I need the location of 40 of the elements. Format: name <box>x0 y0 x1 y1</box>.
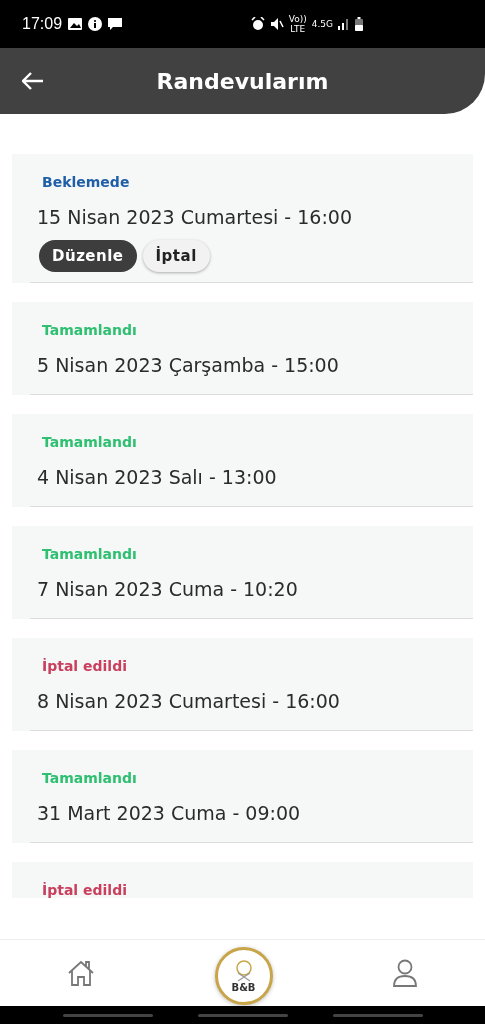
info-icon <box>88 17 103 31</box>
cancel-button[interactable]: İptal <box>142 240 210 272</box>
appointment-card[interactable]: Tamamlandı 5 Nisan 2023 Çarşamba - 15:00 <box>12 302 473 395</box>
battery-icon <box>355 17 363 31</box>
appointment-date: 5 Nisan 2023 Çarşamba - 15:00 <box>36 353 340 378</box>
edit-button[interactable]: Düzenle <box>39 240 137 272</box>
appointment-card[interactable]: Beklemede 15 Nisan 2023 Cumartesi - 16:00 Düzenle İptal <box>12 154 473 283</box>
mute-icon <box>269 17 284 31</box>
appointment-card[interactable]: Tamamlandı 31 Mart 2023 Cuma - 09:00 <box>12 750 473 843</box>
back-arrow-icon[interactable] <box>22 72 44 90</box>
appointment-card[interactable]: Tamamlandı 7 Nisan 2023 Cuma - 10:20 <box>12 526 473 619</box>
logo-button[interactable]: B&B <box>214 947 273 1005</box>
network-label: 4.5G <box>311 19 333 29</box>
status-label: Tamamlandı <box>41 770 138 786</box>
signal-icon <box>338 18 350 30</box>
profile-icon[interactable] <box>392 959 418 987</box>
logo-text: B&B <box>231 981 256 993</box>
status-label: İptal edildi <box>41 882 128 898</box>
appointment-date: 31 Mart 2023 Cuma - 09:00 <box>36 801 302 826</box>
logo-emblem-icon <box>233 959 254 982</box>
status-label: Tamamlandı <box>41 322 138 338</box>
home-icon[interactable] <box>67 960 95 986</box>
page-title: Randevularım <box>156 68 329 94</box>
appointment-date: 7 Nisan 2023 Cuma - 10:20 <box>36 577 299 602</box>
status-label: Beklemede <box>41 174 131 190</box>
message-icon <box>108 17 123 31</box>
alarm-icon <box>250 17 265 31</box>
appointment-date: 15 Nisan 2023 Cumartesi - 16:00 <box>36 205 353 230</box>
appointment-date: 8 Nisan 2023 Cumartesi - 16:00 <box>36 689 341 714</box>
status-label: Tamamlandı <box>41 546 138 562</box>
appointment-card[interactable]: İptal edildi <box>12 862 473 898</box>
appointment-card[interactable]: Tamamlandı 4 Nisan 2023 Salı - 13:00 <box>12 414 473 507</box>
appointment-card[interactable]: İptal edildi 8 Nisan 2023 Cumartesi - 16:00 <box>12 638 473 731</box>
status-label: İptal edildi <box>41 658 128 674</box>
appointment-date: 4 Nisan 2023 Salı - 13:00 <box>36 465 278 490</box>
status-label: Tamamlandı <box>41 434 138 450</box>
volte-label: Vo)) <box>288 14 307 24</box>
status-time: 17:09 <box>22 15 63 33</box>
lte-label: LTE <box>290 24 306 34</box>
image-icon <box>68 18 83 30</box>
